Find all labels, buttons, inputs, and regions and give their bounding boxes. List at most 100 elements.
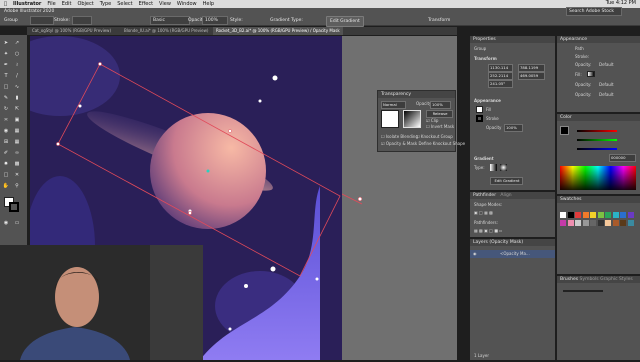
gradient-center-point[interactable] — [206, 169, 210, 173]
direct-selection-icon[interactable]: ↗ — [13, 39, 21, 47]
paintbrush-icon[interactable]: ∿ — [13, 83, 21, 91]
tab-graphic-styles[interactable]: Graphic Styles — [600, 277, 633, 282]
tab-brushes[interactable]: Brushes — [560, 277, 578, 282]
mesh-icon[interactable]: ⊞ — [2, 138, 10, 146]
line-tool-icon[interactable]: / — [13, 72, 21, 80]
brush-stroke-preview[interactable] — [563, 290, 603, 292]
color-swatch[interactable] — [605, 212, 611, 218]
fill-swatch[interactable] — [30, 16, 54, 25]
selection-tool-icon[interactable]: ➤ — [2, 39, 10, 47]
color-swatch[interactable] — [567, 212, 574, 218]
color-swatch[interactable] — [575, 212, 581, 218]
transparency-opacity-field[interactable]: 100% — [430, 101, 451, 109]
lasso-icon[interactable]: ○ — [13, 50, 21, 58]
edit-gradient-button[interactable]: Edit Gradient — [326, 16, 364, 27]
blend-icon[interactable]: ∞ — [13, 149, 21, 157]
search-stock-input[interactable]: Search Adobe Stock — [566, 7, 622, 16]
pencil-icon[interactable]: ✎ — [2, 94, 10, 102]
color-spectrum[interactable] — [560, 166, 636, 190]
pen-tool-icon[interactable]: ✒ — [2, 61, 10, 69]
color-swatch[interactable] — [590, 220, 596, 226]
color-swatch[interactable] — [597, 212, 604, 218]
appearance-fill[interactable]: Fill: — [575, 72, 582, 77]
color-swatch[interactable] — [605, 220, 611, 226]
appearance-opacity-value-2[interactable]: Default — [599, 82, 614, 87]
type-tool-icon[interactable]: T — [2, 72, 10, 80]
draw-mode-icon[interactable]: ◉ — [2, 219, 10, 227]
scale-icon[interactable]: ⇱ — [13, 105, 21, 113]
anchor-handle[interactable] — [228, 129, 232, 133]
h-field[interactable]: 469.0059 — [518, 72, 545, 80]
menu-object[interactable]: Object — [77, 1, 93, 7]
shape-builder-icon[interactable]: ◉ — [2, 127, 10, 135]
appearance-fill-swatch[interactable] — [587, 71, 595, 77]
eye-icon[interactable]: ◉ — [473, 251, 477, 256]
x-field[interactable]: 1130.114 — [488, 64, 513, 72]
fill-swatch-icon[interactable] — [476, 106, 483, 113]
magic-wand-icon[interactable]: ✦ — [2, 50, 10, 58]
appearance-opacity-value-3[interactable]: Default — [599, 92, 614, 97]
perspective-icon[interactable]: ▦ — [13, 127, 21, 135]
color-swatch[interactable] — [620, 212, 626, 218]
appearance-stroke[interactable]: Stroke: — [575, 54, 589, 59]
artwork-thumbnail[interactable] — [381, 110, 399, 128]
color-swatch[interactable] — [575, 220, 581, 226]
w-field[interactable]: 788.1199 — [518, 64, 545, 72]
properties-tab[interactable]: Properties — [470, 36, 555, 43]
tab-pathfinder[interactable]: Pathfinder — [473, 193, 496, 198]
hand-tool-icon[interactable]: ✋ — [2, 182, 10, 190]
edit-gradient-button[interactable]: Edit Gradient — [490, 177, 523, 185]
width-tool-icon[interactable]: ≍ — [2, 116, 10, 124]
eraser-icon[interactable]: ▮ — [13, 94, 21, 102]
menu-window[interactable]: Window — [177, 1, 197, 7]
artboard-tool-icon[interactable]: □ — [2, 171, 10, 179]
blend-mode-select[interactable]: Normal — [381, 101, 406, 109]
release-button[interactable]: Release — [426, 110, 453, 118]
color-swatch[interactable] — [582, 220, 589, 226]
tab-document-3[interactable]: Rocket_3D_B2.ai* @ 100% (RGB/GPU Preview… — [213, 27, 343, 35]
gradient-tool-icon[interactable]: ▦ — [13, 138, 21, 146]
tab-document-1[interactable]: Cat_ogStyl @ 100% (RGB/GPU Preview) — [29, 27, 114, 35]
screen-mode-icon[interactable]: ▭ — [13, 219, 21, 227]
menu-edit[interactable]: Edit — [62, 1, 72, 7]
color-swatch[interactable] — [597, 220, 604, 226]
free-transform-icon[interactable]: ▣ — [13, 116, 21, 124]
anchor-handle[interactable] — [357, 196, 363, 202]
anchor-handle[interactable] — [188, 211, 192, 215]
menu-type[interactable]: Type — [100, 1, 111, 7]
stroke-weight-field[interactable] — [72, 16, 92, 25]
menu-effect[interactable]: Effect — [139, 1, 153, 7]
opacity-field[interactable]: 100% — [202, 16, 228, 25]
properties-opacity-field[interactable]: 100% — [504, 124, 523, 132]
tab-document-2[interactable]: Blonde_IU.ai* @ 100% (RGB/GPU Preview) — [121, 27, 211, 35]
color-swatch[interactable] — [627, 212, 634, 218]
clip-checkbox[interactable]: ☑ Clip — [426, 118, 438, 123]
layer-row[interactable]: ◉ <Opacity Ma... — [470, 250, 555, 258]
anchor-handle[interactable] — [98, 62, 102, 66]
menu-help[interactable]: Help — [203, 1, 214, 7]
knockout-group-checkbox[interactable]: ☐ Knockout Group — [416, 134, 453, 139]
color-swatch[interactable] — [620, 220, 626, 226]
color-swatch[interactable] — [582, 212, 589, 218]
transform-link[interactable]: Transform — [428, 16, 450, 25]
tab-symbols[interactable]: Symbols — [580, 277, 599, 282]
opacity-mask-thumbnail[interactable] — [403, 110, 421, 128]
slice-icon[interactable]: ✕ — [13, 171, 21, 179]
graph-tool-icon[interactable]: ▩ — [13, 160, 21, 168]
appearance-opacity-value[interactable]: Default — [599, 62, 614, 67]
anchor-handle[interactable] — [56, 142, 60, 146]
symbol-sprayer-icon[interactable]: ✸ — [2, 160, 10, 168]
rectangle-tool-icon[interactable]: □ — [2, 83, 10, 91]
stroke-swatch-icon[interactable] — [476, 115, 483, 122]
rotate-icon[interactable]: ↻ — [2, 105, 10, 113]
y-field[interactable]: 252.2114 — [488, 72, 513, 80]
color-swatch[interactable] — [612, 212, 619, 218]
color-swatch[interactable] — [560, 212, 566, 218]
color-swatch[interactable] — [590, 212, 596, 218]
color-swatch[interactable] — [560, 220, 566, 226]
isolate-blending-checkbox[interactable]: ☐ Isolate Blending — [381, 134, 418, 139]
eyedropper-icon[interactable]: ✐ — [2, 149, 10, 157]
linear-gradient-icon[interactable] — [490, 164, 497, 171]
color-swatch[interactable] — [612, 220, 619, 226]
menu-view[interactable]: View — [159, 1, 171, 7]
